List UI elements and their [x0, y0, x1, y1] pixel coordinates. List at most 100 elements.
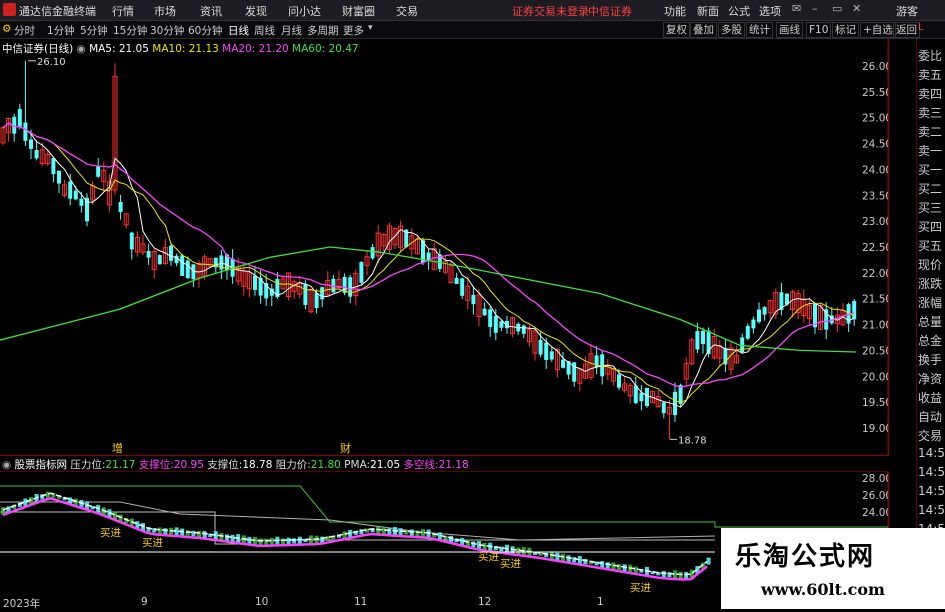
chevron-down-icon[interactable]: ▾ [368, 23, 373, 33]
menu-jiaoyi[interactable]: 交易 [396, 3, 418, 19]
button-back[interactable]: 返回 [893, 22, 920, 38]
menu-hangqing[interactable]: 行情 [112, 3, 134, 19]
indicator-bar [387, 528, 392, 535]
candle-body [645, 387, 649, 406]
candle-body [169, 245, 173, 261]
quote-row: 14:50 [918, 446, 945, 460]
ma20-label: MA20: 21.20 [222, 43, 289, 55]
period-fenshi[interactable]: 分时 [14, 23, 35, 38]
panel-tab-l[interactable]: L [918, 22, 945, 33]
y-tick-label: 21.00 [862, 320, 888, 332]
period-daily[interactable]: 日线 [228, 23, 249, 38]
candle-body [253, 275, 257, 290]
period-60min[interactable]: 60分钟 [188, 23, 222, 38]
indicator-bar [661, 571, 666, 578]
login-status[interactable]: 证券交易未登录 [512, 3, 589, 19]
chart-title: 中信证券(日线) [2, 43, 74, 55]
period-30min[interactable]: 30分钟 [150, 23, 184, 38]
guest-label[interactable]: 游客 [896, 3, 918, 19]
period-5min[interactable]: 5分钟 [80, 23, 108, 38]
menu-caifuquan[interactable]: 财富圈 [342, 3, 375, 19]
quote-row: 涨跌 [918, 277, 943, 291]
candle-body [617, 374, 621, 388]
menu-zixun[interactable]: 资讯 [200, 3, 222, 19]
candle-body [29, 139, 33, 149]
menu-shichang[interactable]: 市场 [154, 3, 176, 19]
candle-body [359, 262, 364, 283]
y-tick-label: 24.00 [862, 164, 888, 176]
y-tick-label: 23.00 [862, 216, 888, 228]
candlestick-chart[interactable]: 26.00 25.50 25.00 24.50 24.00 23.50 23.00 22.50… [0, 39, 889, 456]
menu-faxian[interactable]: 发现 [245, 3, 267, 19]
settings-icon[interactable]: ◉ [77, 43, 86, 55]
tool-gongneng[interactable]: 功能 [664, 3, 686, 19]
quote-row: 14:50 [918, 465, 945, 479]
indicator-bar [264, 538, 269, 545]
indicator-bar [185, 530, 190, 536]
button-duogu[interactable]: 多股 [718, 22, 745, 38]
button-add-watchlist[interactable]: +自选 [860, 22, 896, 38]
candle-body [180, 255, 185, 276]
tool-xuanxiang[interactable]: 选项 [759, 3, 781, 19]
ma5-label: MA5: 21.05 [89, 43, 149, 55]
time-tick: 11 [354, 596, 368, 608]
tool-xinmian[interactable]: 新面 [697, 3, 719, 19]
buy-signal-label: 买进 [500, 558, 521, 570]
period-multi[interactable]: 多周期 [307, 23, 339, 38]
indicator-bar [163, 528, 168, 535]
button-fuquan[interactable]: 复权 [663, 22, 690, 38]
watermark-url: www.60lt.com [761, 580, 885, 599]
y-tick-label: 19.50 [862, 397, 888, 409]
period-15min[interactable]: 15分钟 [113, 23, 147, 38]
time-tick: 12 [478, 596, 492, 608]
indicator-bar [376, 526, 381, 535]
site-watermark: 乐淘公式网 www.60lt.com [721, 528, 945, 609]
watermark-title: 乐淘公式网 [735, 542, 876, 572]
close-icon[interactable]: ✕ [852, 2, 861, 15]
button-huaxian[interactable]: 画线 [776, 22, 803, 38]
y-tick-label: 22.50 [862, 242, 888, 254]
period-weekly[interactable]: 周线 [254, 23, 275, 38]
period-1min[interactable]: 1分钟 [47, 23, 75, 38]
button-f10[interactable]: F10 [806, 22, 832, 38]
quote-row: 卖五 [918, 68, 943, 82]
menu-wenxiaoda[interactable]: 问小达 [288, 3, 321, 19]
message-icon[interactable]: ✉ [792, 2, 801, 15]
candle-body [521, 325, 526, 334]
restore-icon[interactable]: ▭ [832, 2, 842, 15]
y-tick-label: 26.00 [862, 61, 888, 73]
tool-gongshi[interactable]: 公式 [728, 3, 750, 19]
quote-row: 自动 [918, 410, 943, 424]
period-more[interactable]: 更多 [343, 23, 364, 38]
event-marker: 增 [112, 441, 123, 455]
candle-body [73, 190, 78, 200]
minimize-icon[interactable]: – [812, 2, 818, 15]
candle-body [460, 278, 465, 296]
indicator-bar [281, 538, 285, 545]
indicator-settings-icon[interactable]: ◉ [2, 459, 11, 471]
period-monthly[interactable]: 月线 [281, 23, 302, 38]
indicator-bar [617, 564, 621, 571]
time-tick: 10 [255, 596, 269, 608]
ind-tick-label: 28.00 [862, 473, 888, 485]
y-tick-label: 19.00 [862, 423, 888, 435]
candle-body [314, 293, 319, 309]
button-biaoji[interactable]: 标记 [832, 22, 859, 38]
candle-body [852, 301, 857, 320]
gear-icon[interactable]: ⚙ [2, 23, 11, 35]
quote-row: 卖四 [918, 87, 943, 101]
indicator-bar [157, 527, 162, 535]
indicator-bar [600, 561, 605, 568]
button-tongji[interactable]: 统计 [746, 22, 773, 38]
quote-row: 净资 [918, 372, 943, 386]
indicator-bar [465, 539, 470, 547]
indicator-bar [286, 537, 291, 545]
candle-body [538, 339, 543, 355]
button-diejia[interactable]: 叠加 [690, 22, 717, 38]
candlestick-svg[interactable]: 26.00 25.50 25.00 24.50 24.00 23.50 23.00 22.50… [0, 39, 888, 455]
candle-body [561, 359, 565, 368]
indicator-bar [202, 531, 207, 539]
ma60-line [0, 246, 857, 353]
candle-body [757, 309, 761, 322]
indicator-bar [516, 547, 521, 555]
